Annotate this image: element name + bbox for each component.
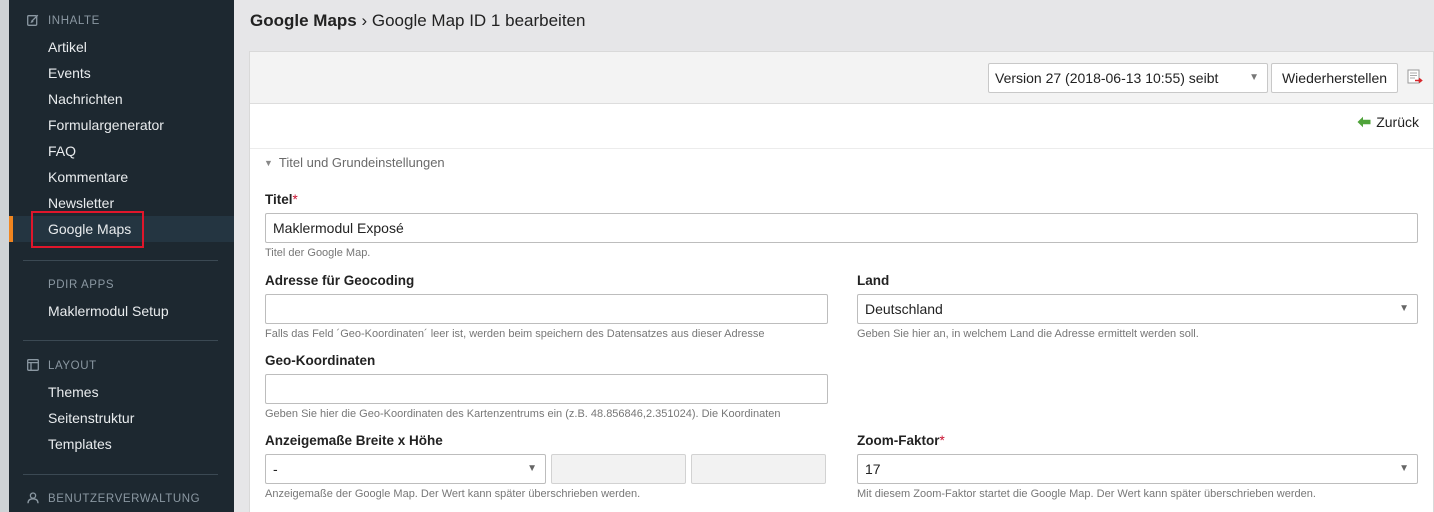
chevron-down-icon: ▼ [527,463,537,474]
sidebar: INHALTE Artikel Events Nachrichten Formu… [0,0,234,512]
nav-group-inhalte: INHALTE Artikel Events Nachrichten Formu… [9,8,234,248]
fieldset-legend-label: Titel und Grundeinstellungen [278,155,445,170]
country-help: Geben Sie hier an, in welchem Land die A… [857,328,1199,340]
geo-coords-label: Geo-Koordinaten [265,353,376,368]
dimensions-width-input[interactable] [551,454,686,484]
sidebar-item-templates[interactable]: Templates [9,431,234,457]
title-help: Titel der Google Map. [265,247,371,259]
nav-group-title: PDIR APPS [48,279,115,291]
geocoding-label: Adresse für Geocoding [265,273,415,288]
zoom-help: Mit diesem Zoom-Faktor startet die Googl… [857,488,1316,500]
breadcrumb-root[interactable]: Google Maps [250,11,357,30]
nav-group-header-layout[interactable]: LAYOUT [9,353,234,379]
edit-icon [27,14,41,28]
divider [250,148,1433,149]
restore-button[interactable]: Wiederherstellen [1271,63,1398,93]
nav-divider [23,474,218,475]
country-select[interactable]: Deutschland ▼ [857,294,1418,324]
dimensions-label: Anzeigemaße Breite x Höhe [265,433,443,448]
country-select-value: Deutschland [865,301,943,317]
dimensions-help: Anzeigemaße der Google Map. Der Wert kan… [265,488,641,500]
chevron-down-icon: ▼ [1399,303,1409,314]
version-toolbar: Version 27 (2018-06-13 10:55) seibt ▼ Wi… [250,52,1433,104]
highlight-box [31,211,144,248]
required-mark: * [292,192,298,207]
version-select[interactable]: Version 27 (2018-06-13 10:55) seibt ▼ [988,63,1268,93]
breadcrumb-separator: › [361,11,368,30]
nav-divider [23,340,218,341]
nav-group-benutzerverwaltung: BENUTZERVERWALTUNG [9,486,234,512]
nav-group-pdir-apps: PDIR APPS Maklermodul Setup [9,272,234,324]
user-icon [27,492,41,506]
version-select-value: Version 27 (2018-06-13 10:55) seibt [995,70,1219,86]
chevron-down-icon: ▼ [1399,463,1409,474]
title-input[interactable]: Maklermodul Exposé [265,213,1418,243]
required-mark: * [939,433,945,448]
zoom-select-value: 17 [865,461,881,477]
nav-group-header-benutzerverwaltung[interactable]: BENUTZERVERWALTUNG [9,486,234,512]
dimensions-unit-select[interactable]: - ▼ [265,454,546,484]
title-label-text: Titel [265,192,293,207]
dimensions-height-input[interactable] [691,454,826,484]
sidebar-item-seitenstruktur[interactable]: Seitenstruktur [9,405,234,431]
nav-divider [23,260,218,261]
layout-icon [27,359,41,373]
zoom-label: Zoom-Faktor* [857,433,945,448]
sidebar-edge [0,0,9,512]
geo-coords-help: Geben Sie hier die Geo-Koordinaten des K… [265,408,781,420]
sidebar-item-nachrichten[interactable]: Nachrichten [9,86,234,112]
geocoding-help: Falls das Feld ´Geo-Koordinaten´ leer is… [265,328,765,340]
nav-group-header-pdir-apps[interactable]: PDIR APPS [9,272,234,298]
sidebar-item-events[interactable]: Events [9,60,234,86]
fieldset-legend[interactable]: ▼ Titel und Grundeinstellungen [264,155,445,170]
zoom-label-text: Zoom-Faktor [857,433,940,448]
nav-group-layout: LAYOUT Themes Seitenstruktur Templates [9,353,234,457]
sidebar-item-themes[interactable]: Themes [9,379,234,405]
zoom-select[interactable]: 17 ▼ [857,454,1418,484]
sidebar-item-faq[interactable]: FAQ [9,138,234,164]
sidebar-item-artikel[interactable]: Artikel [9,34,234,60]
sidebar-item-kommentare[interactable]: Kommentare [9,164,234,190]
page-title: Google Maps › Google Map ID 1 bearbeiten [250,11,585,31]
nav-group-title: BENUTZERVERWALTUNG [48,493,201,505]
country-label: Land [857,273,890,288]
edit-panel: Version 27 (2018-06-13 10:55) seibt ▼ Wi… [249,51,1434,512]
chevron-down-icon: ▼ [1249,72,1259,83]
nav-group-title: INHALTE [48,15,100,27]
breadcrumb-current: Google Map ID 1 bearbeiten [371,11,586,30]
dimensions-unit-value: - [273,461,278,477]
back-link[interactable]: Zurück [1357,114,1419,130]
sidebar-item-formulargenerator[interactable]: Formulargenerator [9,112,234,138]
geocoding-input[interactable] [265,294,828,324]
title-label: Titel* [265,192,298,207]
nav-group-title: LAYOUT [48,360,97,372]
title-input-value: Maklermodul Exposé [273,220,404,236]
sidebar-item-google-maps[interactable]: Google Maps [9,211,234,248]
sidebar-item-maklermodul-setup[interactable]: Maklermodul Setup [9,298,234,324]
arrow-left-icon [1357,116,1371,128]
nav-group-header-inhalte[interactable]: INHALTE [9,8,234,34]
geo-coords-input[interactable] [265,374,828,404]
back-link-label: Zurück [1376,114,1419,130]
diff-icon[interactable] [1407,69,1423,85]
caret-down-icon: ▼ [264,157,273,168]
